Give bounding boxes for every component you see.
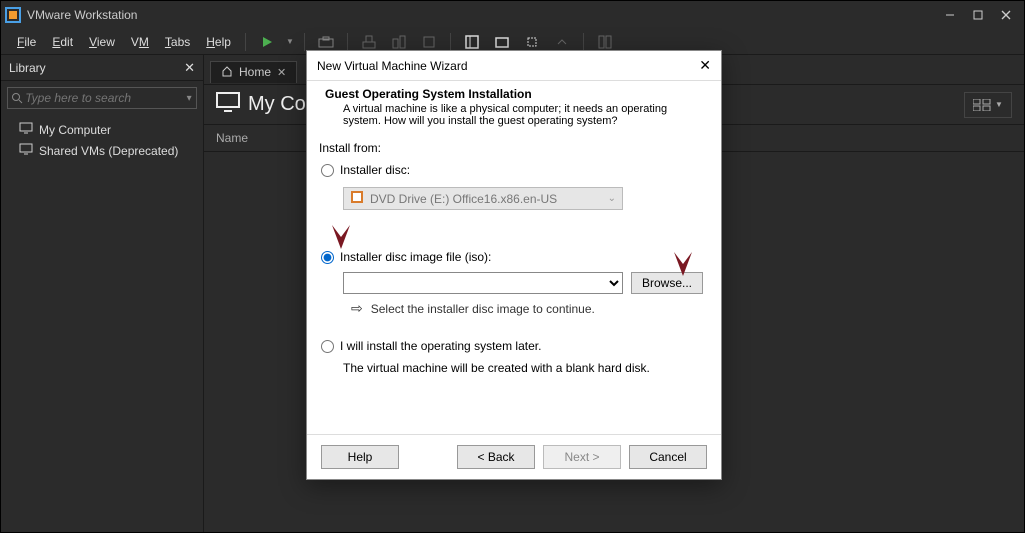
menu-vm[interactable]: VM <box>123 31 157 53</box>
disc-drive-combo: DVD Drive (E:) Office16.x86.en-US ⌄ <box>343 187 623 210</box>
library-item-shared-vms[interactable]: Shared VMs (Deprecated) <box>9 140 195 161</box>
dialog-titlebar: New Virtual Machine Wizard ✕ <box>307 51 721 81</box>
dialog-heading: Guest Operating System Installation <box>325 87 703 101</box>
search-input[interactable] <box>25 91 182 105</box>
library-item-my-computer[interactable]: My Computer <box>9 119 195 140</box>
search-icon <box>8 92 25 104</box>
dialog-close-icon[interactable]: ✕ <box>699 57 711 74</box>
dialog-title: New Virtual Machine Wizard <box>317 59 468 73</box>
disc-icon <box>350 190 364 207</box>
library-item-label: Shared VMs (Deprecated) <box>39 144 178 158</box>
library-close-icon[interactable]: ✕ <box>184 60 195 76</box>
menu-help[interactable]: Help <box>198 31 239 53</box>
cancel-button[interactable]: Cancel <box>629 445 707 469</box>
radio-installer-disc[interactable] <box>321 164 334 177</box>
iso-path-combo[interactable] <box>343 272 623 294</box>
toolbar-separator <box>304 33 305 51</box>
library-item-label: My Computer <box>39 123 111 137</box>
play-button[interactable] <box>254 31 280 53</box>
toolbar-separator <box>450 33 451 51</box>
hint-arrow-icon: ⇨ <box>351 300 363 317</box>
new-vm-wizard-dialog: New Virtual Machine Wizard ✕ Guest Opera… <box>306 50 722 480</box>
chevron-down-icon: ▼ <box>995 100 1003 109</box>
option-iso-file[interactable]: Installer disc image file (iso): <box>307 246 721 268</box>
dialog-header: Guest Operating System Installation A vi… <box>307 81 721 137</box>
app-icon <box>5 7 21 23</box>
close-button[interactable] <box>992 5 1020 25</box>
computer-icon <box>19 122 33 137</box>
next-button[interactable]: Next > <box>543 445 621 469</box>
library-panel: Library ✕ ▾ My Computer Shared VMs (Depr… <box>1 55 204 532</box>
page-title-text: My Co <box>248 93 306 116</box>
tab-home[interactable]: Home ✕ <box>210 61 297 83</box>
minimize-button[interactable] <box>936 5 964 25</box>
option-label: Installer disc image file (iso): <box>340 250 491 264</box>
menu-file[interactable]: File <box>9 31 44 53</box>
view-mode-button[interactable]: ▼ <box>964 92 1012 118</box>
library-header: Library ✕ <box>1 55 203 81</box>
menu-view[interactable]: View <box>81 31 123 53</box>
maximize-button[interactable] <box>964 5 992 25</box>
back-button[interactable]: < Back <box>457 445 535 469</box>
library-tree: My Computer Shared VMs (Deprecated) <box>1 115 203 165</box>
toolbar-separator <box>245 33 246 51</box>
toolbar-separator <box>583 33 584 51</box>
iso-hint: ⇨ Select the installer disc image to con… <box>307 294 721 317</box>
option-install-later[interactable]: I will install the operating system late… <box>307 335 721 357</box>
tab-close-icon[interactable]: ✕ <box>277 66 286 79</box>
titlebar: VMware Workstation <box>1 1 1024 29</box>
computer-icon <box>216 92 240 118</box>
annotation-arrow-icon <box>326 223 356 259</box>
dialog-buttons: Help < Back Next > Cancel <box>307 434 721 479</box>
install-from-label: Install from: <box>307 137 721 159</box>
shared-icon <box>19 143 33 158</box>
play-dropdown[interactable]: ▼ <box>284 31 296 53</box>
radio-install-later[interactable] <box>321 340 334 353</box>
iso-path-row: Browse... <box>343 272 721 294</box>
menu-edit[interactable]: Edit <box>44 31 81 53</box>
toolbar-separator <box>347 33 348 51</box>
disc-drive-value: DVD Drive (E:) Office16.x86.en-US <box>370 192 557 206</box>
install-later-sub: The virtual machine will be created with… <box>307 357 721 375</box>
option-label: I will install the operating system late… <box>340 339 541 353</box>
tab-label: Home <box>239 65 271 79</box>
option-installer-disc[interactable]: Installer disc: <box>307 159 721 181</box>
page-title: My Co <box>216 92 306 118</box>
search-dropdown-icon[interactable]: ▾ <box>182 93 196 104</box>
home-icon <box>221 65 233 80</box>
library-search[interactable]: ▾ <box>7 87 197 109</box>
menu-tabs[interactable]: Tabs <box>157 31 198 53</box>
chevron-down-icon: ⌄ <box>608 193 616 204</box>
help-button[interactable]: Help <box>321 445 399 469</box>
app-title: VMware Workstation <box>27 8 137 22</box>
library-title: Library <box>9 61 46 75</box>
dialog-subheading: A virtual machine is like a physical com… <box>325 103 703 127</box>
annotation-arrow-icon <box>668 250 698 286</box>
iso-hint-text: Select the installer disc image to conti… <box>371 302 595 316</box>
option-label: Installer disc: <box>340 163 410 177</box>
